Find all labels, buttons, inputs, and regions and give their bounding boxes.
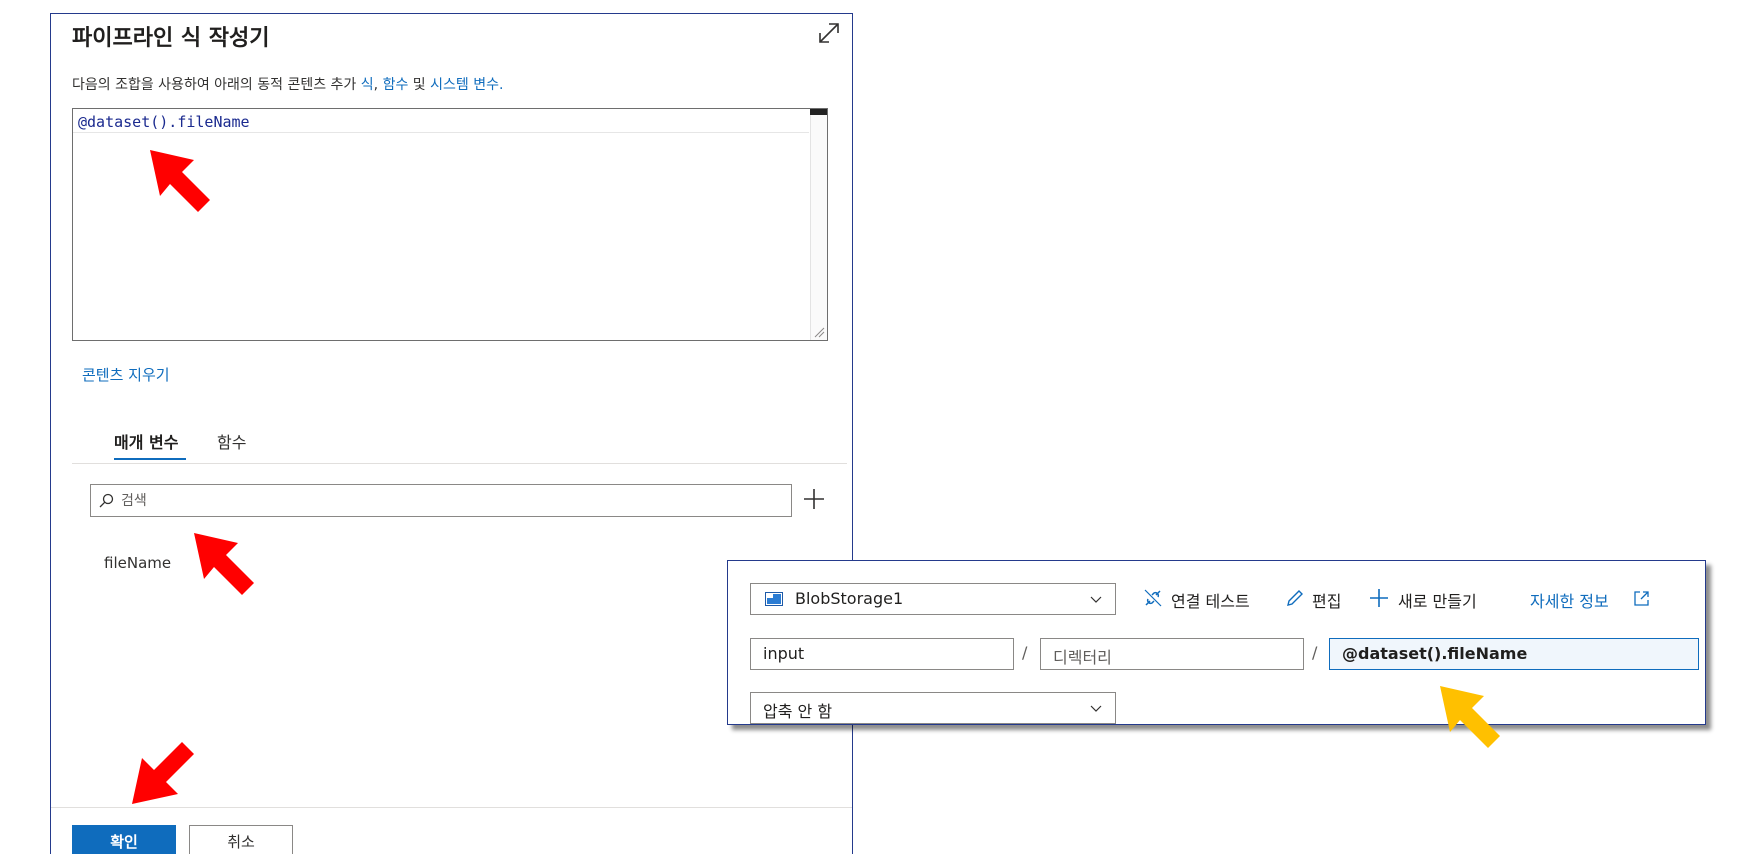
resize-grip-icon[interactable] [813, 326, 825, 338]
parameter-item-filename[interactable]: fileName [104, 554, 171, 572]
cancel-button[interactable]: 취소 [189, 825, 293, 854]
separator-text: , [373, 77, 383, 93]
external-link-icon[interactable] [1633, 590, 1650, 607]
current-line-highlight [73, 132, 809, 133]
test-connection-button[interactable]: 연결 테스트 [1171, 588, 1250, 612]
system-variables-link[interactable]: 시스템 변수 [430, 77, 499, 93]
panel-description: 다음의 조합을 사용하여 아래의 동적 콘텐츠 추가 식, 함수 및 시스템 변… [72, 74, 503, 94]
search-input[interactable] [121, 489, 781, 513]
active-tab-indicator [114, 458, 186, 460]
linked-service-value: BlobStorage1 [795, 589, 904, 608]
edit-icon[interactable] [1284, 587, 1306, 609]
expression-builder-panel: 파이프라인 식 작성기 다음의 조합을 사용하여 아래의 동적 콘텐츠 추가 식… [50, 13, 853, 854]
arrow-annotation [150, 150, 210, 212]
new-button[interactable]: 새로 만들기 [1398, 588, 1477, 612]
container-value: input [763, 644, 805, 663]
chevron-down-icon [1090, 596, 1102, 603]
path-separator: / [1312, 643, 1318, 662]
footer-divider [51, 807, 852, 808]
dataset-connection-panel: BlobStorage1 연결 테스트 편집 새로 만들기 자세한 정보 inp… [727, 560, 1706, 725]
compression-select[interactable]: 압축 안 함 [750, 692, 1116, 724]
path-separator: / [1022, 643, 1028, 662]
link-test-icon[interactable] [1142, 587, 1164, 609]
compression-value: 압축 안 함 [763, 702, 833, 721]
conjunction-text: 및 [408, 77, 431, 93]
expand-icon[interactable] [816, 20, 842, 46]
parameter-search[interactable] [90, 484, 792, 517]
edit-button[interactable]: 편집 [1312, 588, 1341, 612]
search-icon [99, 493, 114, 508]
file-name-value: @dataset().fileName [1342, 644, 1528, 663]
more-info-link[interactable]: 자세한 정보 [1530, 588, 1609, 612]
editor-scrollbar[interactable] [810, 109, 827, 340]
functions-link[interactable]: 함수 [383, 77, 409, 93]
tab-functions[interactable]: 함수 [217, 429, 246, 453]
add-parameter-icon[interactable] [799, 484, 829, 514]
expression-text[interactable]: @dataset().fileName [78, 113, 250, 131]
arrow-annotation [194, 533, 254, 595]
directory-placeholder: 디렉터리 [1053, 648, 1112, 667]
arrow-annotation [132, 742, 194, 804]
container-input[interactable]: input [750, 638, 1014, 670]
expression-link[interactable]: 식 [361, 77, 374, 93]
description-text: 다음의 조합을 사용하여 아래의 동적 콘텐츠 추가 [72, 77, 361, 93]
expression-editor[interactable]: @dataset().fileName [72, 108, 828, 341]
arrow-annotation [1440, 686, 1500, 748]
linked-service-select[interactable]: BlobStorage1 [750, 583, 1116, 615]
directory-input[interactable]: 디렉터리 [1040, 638, 1304, 670]
ok-button[interactable]: 확인 [72, 825, 176, 854]
chevron-down-icon [1090, 705, 1102, 712]
clear-content-link[interactable]: 콘텐츠 지우기 [82, 364, 170, 385]
scrollbar-thumb[interactable] [810, 109, 827, 115]
builder-tabs: 매개 변수 함수 [72, 419, 847, 464]
blob-storage-icon [765, 592, 783, 606]
plus-icon[interactable] [1368, 587, 1390, 609]
tab-parameters[interactable]: 매개 변수 [114, 429, 178, 453]
file-name-input[interactable]: @dataset().fileName [1329, 638, 1699, 670]
period-text: . [498, 77, 504, 93]
panel-title: 파이프라인 식 작성기 [72, 26, 270, 51]
